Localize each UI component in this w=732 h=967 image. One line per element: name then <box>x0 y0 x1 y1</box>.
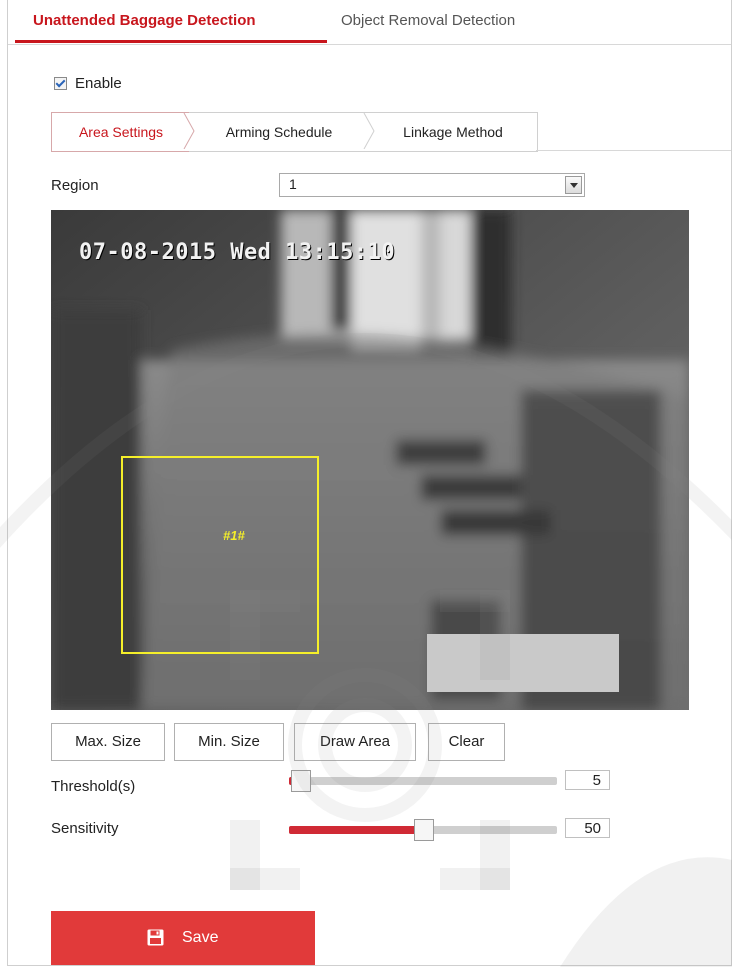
tab-chevron-icon <box>183 113 195 149</box>
region-value: 1 <box>289 176 297 192</box>
clear-button[interactable]: Clear <box>428 723 505 761</box>
threshold-slider-handle[interactable] <box>290 770 311 792</box>
enable-checkbox[interactable] <box>54 77 67 90</box>
privacy-mask <box>427 634 619 692</box>
tab-unattended-baggage-detection[interactable]: Unattended Baggage Detection <box>33 12 256 29</box>
detection-tabs: Unattended Baggage Detection Object Remo… <box>8 0 731 45</box>
settings-subtabs: Area Settings Arming Schedule Linkage Me… <box>51 112 731 152</box>
enable-row: Enable <box>54 75 122 92</box>
min-size-button[interactable]: Min. Size <box>174 723 284 761</box>
tab-area-settings[interactable]: Area Settings <box>51 112 191 152</box>
tab-object-removal-detection[interactable]: Object Removal Detection <box>341 12 515 29</box>
sensitivity-label: Sensitivity <box>51 820 119 837</box>
region-tag: #1# <box>223 528 245 543</box>
settings-panel: Unattended Baggage Detection Object Remo… <box>7 0 732 966</box>
floppy-disk-icon <box>147 929 164 946</box>
chevron-down-icon[interactable] <box>565 176 582 194</box>
detection-area-box[interactable]: #1# <box>121 456 319 654</box>
max-size-button[interactable]: Max. Size <box>51 723 165 761</box>
tab-arming-schedule[interactable]: Arming Schedule <box>189 112 370 152</box>
live-video-view[interactable]: 07-08-2015 Wed 13:15:10 #1# <box>51 210 689 710</box>
draw-area-button[interactable]: Draw Area <box>294 723 416 761</box>
save-label: Save <box>182 929 219 946</box>
threshold-value-field[interactable]: 5 <box>565 770 610 790</box>
sensitivity-slider-fill <box>289 826 423 834</box>
region-select[interactable]: 1 <box>279 173 585 197</box>
threshold-slider[interactable] <box>289 770 557 792</box>
active-tab-underline <box>15 40 327 43</box>
sensitivity-value-field[interactable]: 50 <box>565 818 610 838</box>
threshold-label: Threshold(s) <box>51 778 136 795</box>
video-timestamp: 07-08-2015 Wed 13:15:10 <box>79 240 396 265</box>
enable-label: Enable <box>75 75 122 92</box>
region-label: Region <box>51 177 99 194</box>
sensitivity-slider[interactable] <box>289 819 557 841</box>
tab-chevron-icon <box>363 113 375 149</box>
tab-linkage-method[interactable]: Linkage Method <box>369 112 538 152</box>
sensitivity-slider-handle[interactable] <box>414 819 434 841</box>
save-button[interactable]: Save <box>51 911 315 965</box>
subtab-divider-line <box>536 150 731 151</box>
